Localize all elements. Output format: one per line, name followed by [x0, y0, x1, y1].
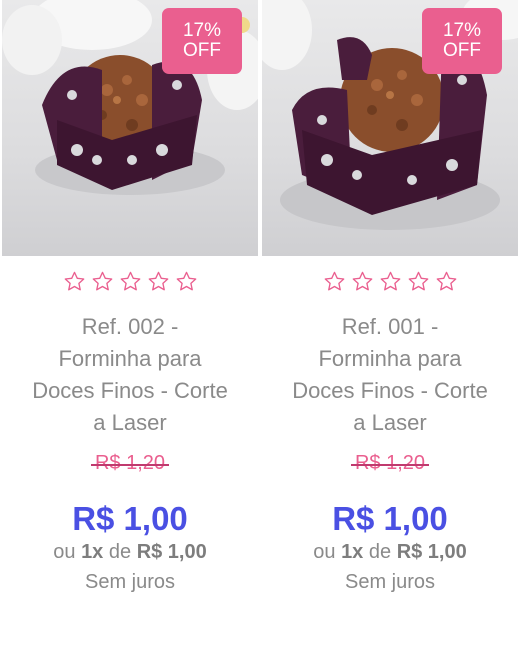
- star-outline-icon: [64, 271, 84, 291]
- star-outline-icon: [176, 271, 196, 291]
- installments: ou 1x de R$ 1,00: [262, 541, 518, 564]
- star-outline-icon: [380, 271, 400, 291]
- old-price-value: R$ 1,20: [350, 452, 430, 474]
- installments-count: 1x: [81, 541, 104, 563]
- old-price: R$ 1,20: [2, 452, 258, 475]
- product-image[interactable]: 17% OFF: [2, 0, 258, 256]
- discount-badge-off: OFF: [183, 40, 221, 61]
- star-outline-icon: [408, 271, 428, 291]
- star-outline-icon: [324, 271, 344, 291]
- product-title-line: a Laser: [353, 410, 427, 435]
- current-price: R$ 1,00: [332, 500, 448, 537]
- discount-badge: 17% OFF: [422, 8, 502, 74]
- star-outline-icon: [120, 271, 140, 291]
- installments-count: 1x: [341, 541, 364, 563]
- discount-badge-percent: 17%: [442, 20, 482, 41]
- star-outline-icon: [148, 271, 168, 291]
- product-title-line: Doces Finos - Corte: [32, 378, 228, 403]
- product-title-line: Forminha para: [318, 346, 462, 371]
- installment-terms: Sem juros: [344, 571, 436, 593]
- discount-badge: 17% OFF: [162, 8, 242, 74]
- product-title-line: Ref. 001 -: [341, 314, 439, 339]
- old-price: R$ 1,20: [262, 452, 518, 475]
- product-title-line: Forminha para: [58, 346, 202, 371]
- product-title[interactable]: Ref. 002 - Forminha para Doces Finos - C…: [16, 311, 244, 439]
- installments-amount: R$ 1,00: [396, 541, 467, 563]
- product-grid: 17% OFF Ref. 002 - Forminha para Doces F…: [0, 0, 531, 650]
- product-image[interactable]: 17% OFF: [262, 0, 518, 256]
- installments-prefix: ou: [53, 541, 76, 563]
- product-card[interactable]: 17% OFF Ref. 001 - Forminha para Doces F…: [262, 0, 518, 650]
- rating-stars: [262, 270, 518, 293]
- product-title-line: a Laser: [93, 410, 167, 435]
- product-title-line: Doces Finos - Corte: [292, 378, 488, 403]
- star-outline-icon: [436, 271, 456, 291]
- rating-stars: [2, 270, 258, 293]
- installments: ou 1x de R$ 1,00: [2, 541, 258, 564]
- current-price: R$ 1,00: [72, 500, 188, 537]
- discount-badge-off: OFF: [443, 40, 481, 61]
- star-outline-icon: [92, 271, 112, 291]
- installments-middle: de: [368, 541, 392, 563]
- star-outline-icon: [352, 271, 372, 291]
- old-price-value: R$ 1,20: [90, 452, 170, 474]
- installments-amount: R$ 1,00: [136, 541, 207, 563]
- product-title-line: Ref. 002 -: [81, 314, 179, 339]
- product-card[interactable]: 17% OFF Ref. 002 - Forminha para Doces F…: [2, 0, 258, 650]
- installment-terms: Sem juros: [84, 571, 176, 593]
- installments-middle: de: [108, 541, 132, 563]
- installments-prefix: ou: [313, 541, 336, 563]
- product-title[interactable]: Ref. 001 - Forminha para Doces Finos - C…: [276, 311, 504, 439]
- discount-badge-percent: 17%: [182, 20, 222, 41]
